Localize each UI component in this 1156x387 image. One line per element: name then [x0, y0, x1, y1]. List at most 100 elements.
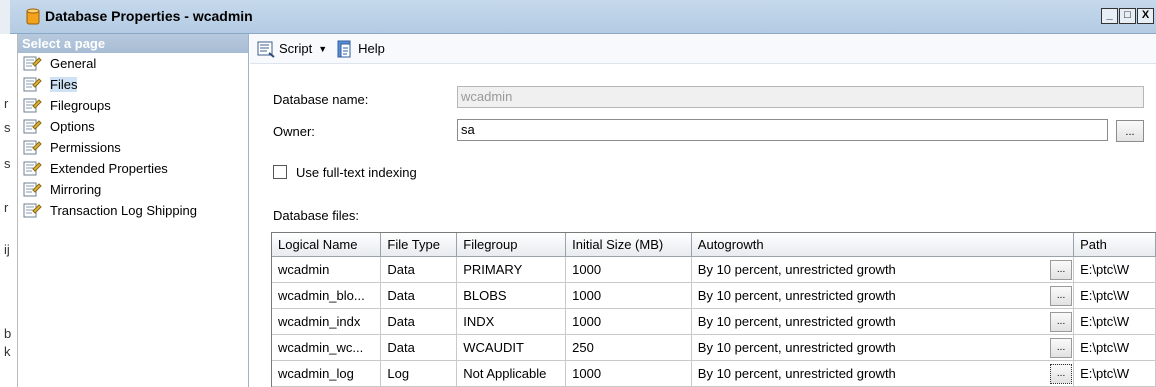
autogrowth-cell[interactable]: By 10 percent, unrestricted growth...: [691, 334, 1075, 361]
maximize-button[interactable]: □: [1119, 8, 1136, 24]
sidebar-item-filegroups[interactable]: Filegroups: [18, 95, 248, 116]
chevron-down-icon[interactable]: ▼: [318, 44, 327, 54]
strip-char: s: [4, 120, 11, 135]
toolbar: Script ▼ Help: [250, 34, 1156, 64]
page-wrench-icon: [23, 161, 42, 176]
path-cell[interactable]: E:\ptc\W: [1073, 282, 1156, 309]
file-type-cell[interactable]: Log: [380, 360, 458, 387]
sidebar-item-extended-properties[interactable]: Extended Properties: [18, 158, 248, 179]
owner-field[interactable]: sa: [457, 119, 1108, 141]
sidebar-item-transaction-log-shipping[interactable]: Transaction Log Shipping: [18, 200, 248, 221]
sidebar-item-label: Filegroups: [50, 98, 111, 113]
filegroup-cell[interactable]: INDX: [456, 308, 567, 335]
page-wrench-icon: [23, 203, 42, 218]
grid-header-row: Logical Name File Type Filegroup Initial…: [272, 233, 1156, 257]
table-row[interactable]: wcadmin_indx Data INDX 1000 By 10 percent, u…: [272, 308, 1156, 335]
script-button-label: Script: [279, 41, 313, 56]
column-header-logical-name[interactable]: Logical Name: [272, 233, 382, 257]
file-type-cell[interactable]: Data: [380, 334, 458, 361]
initial-size-cell[interactable]: 1000: [565, 256, 692, 283]
sidebar-item-label: Files: [50, 77, 78, 92]
title-bar[interactable]: Database Properties - wcadmin _ □ X: [0, 0, 1156, 34]
initial-size-cell[interactable]: 250: [565, 334, 692, 361]
database-name-field[interactable]: wcadmin: [457, 86, 1144, 108]
file-type-cell[interactable]: Data: [380, 282, 458, 309]
page-wrench-icon: [23, 56, 42, 71]
script-button[interactable]: Script ▼: [256, 39, 327, 59]
minimize-button[interactable]: _: [1101, 8, 1118, 24]
logical-name-cell[interactable]: wcadmin_wc...: [272, 334, 382, 361]
autogrowth-edit-button[interactable]: ...: [1050, 285, 1073, 306]
help-button[interactable]: Help: [335, 39, 385, 59]
database-icon: [26, 8, 40, 25]
path-cell[interactable]: E:\ptc\W: [1073, 256, 1156, 283]
logical-name-cell[interactable]: wcadmin_indx: [272, 308, 382, 335]
autogrowth-cell[interactable]: By 10 percent, unrestricted growth...: [691, 360, 1075, 387]
sidebar-item-label: Options: [50, 119, 95, 134]
strip-char: s: [4, 156, 11, 171]
autogrowth-text: By 10 percent, unrestricted growth: [697, 313, 896, 329]
sidebar-item-label: Permissions: [50, 140, 121, 155]
title-left-edge: [0, 0, 10, 34]
column-header-autogrowth[interactable]: Autogrowth: [691, 233, 1075, 257]
sidebar-item-permissions[interactable]: Permissions: [18, 137, 248, 158]
page-list: General Files Filegroups Options Permissions…: [18, 53, 248, 221]
sidebar-item-options[interactable]: Options: [18, 116, 248, 137]
autogrowth-edit-button[interactable]: ...: [1050, 259, 1073, 280]
column-header-initial-size[interactable]: Initial Size (MB): [565, 233, 692, 257]
path-cell[interactable]: E:\ptc\W: [1073, 308, 1156, 335]
initial-size-cell[interactable]: 1000: [565, 360, 692, 387]
page-wrench-icon: [23, 98, 42, 113]
autogrowth-text: By 10 percent, unrestricted growth: [697, 287, 896, 303]
autogrowth-edit-button[interactable]: ...: [1050, 337, 1073, 358]
autogrowth-text: By 10 percent, unrestricted growth: [697, 339, 896, 355]
script-icon: [257, 41, 275, 58]
strip-char: ij: [4, 242, 10, 257]
file-type-cell[interactable]: Data: [380, 308, 458, 335]
page-wrench-icon: [23, 140, 42, 155]
table-row[interactable]: wcadmin_blo... Data BLOBS 1000 By 10 percent…: [272, 282, 1156, 309]
database-files-grid: Logical Name File Type Filegroup Initial…: [271, 232, 1156, 387]
sidebar-item-files[interactable]: Files: [18, 74, 248, 95]
table-row[interactable]: wcadmin Data PRIMARY 1000 By 10 percent, unr…: [272, 256, 1156, 283]
page-wrench-icon: [23, 182, 42, 197]
table-row[interactable]: wcadmin_log Log Not Applicable 1000 By 10 pe…: [272, 360, 1156, 387]
file-type-cell[interactable]: Data: [380, 256, 458, 283]
help-icon: [337, 40, 351, 57]
initial-size-cell[interactable]: 1000: [565, 308, 692, 335]
path-cell[interactable]: E:\ptc\W: [1073, 334, 1156, 361]
table-row[interactable]: wcadmin_wc... Data WCAUDIT 250 By 10 percent…: [272, 334, 1156, 361]
autogrowth-cell[interactable]: By 10 percent, unrestricted growth...: [691, 256, 1075, 283]
initial-size-cell[interactable]: 1000: [565, 282, 692, 309]
filegroup-cell[interactable]: Not Applicable: [456, 360, 567, 387]
autogrowth-cell[interactable]: By 10 percent, unrestricted growth...: [691, 308, 1075, 335]
logical-name-cell[interactable]: wcadmin_blo...: [272, 282, 382, 309]
filegroup-cell[interactable]: BLOBS: [456, 282, 567, 309]
strip-char: b: [4, 326, 12, 341]
fulltext-checkbox[interactable]: [273, 165, 287, 179]
owner-label: Owner:: [273, 124, 315, 139]
autogrowth-text: By 10 percent, unrestricted growth: [697, 365, 896, 381]
autogrowth-edit-button[interactable]: ...: [1050, 311, 1073, 332]
sidebar-item-general[interactable]: General: [18, 53, 248, 74]
sidebar-item-label: Mirroring: [50, 182, 102, 197]
sidebar-item-mirroring[interactable]: Mirroring: [18, 179, 248, 200]
strip-char: r: [4, 96, 9, 111]
autogrowth-cell[interactable]: By 10 percent, unrestricted growth...: [691, 282, 1075, 309]
page-selector-panel: Select a page General Files Filegroups Opti…: [18, 34, 249, 387]
close-button[interactable]: X: [1137, 8, 1154, 24]
column-header-filegroup[interactable]: Filegroup: [456, 233, 567, 257]
logical-name-cell[interactable]: wcadmin_log: [272, 360, 382, 387]
strip-char: k: [4, 344, 11, 359]
filegroup-cell[interactable]: PRIMARY: [456, 256, 567, 283]
owner-browse-button[interactable]: ...: [1116, 120, 1144, 142]
column-header-path[interactable]: Path: [1073, 233, 1156, 257]
fulltext-label[interactable]: Use full-text indexing: [296, 165, 417, 180]
column-header-file-type[interactable]: File Type: [380, 233, 458, 257]
help-button-label: Help: [358, 41, 385, 56]
autogrowth-edit-button[interactable]: ...: [1050, 363, 1073, 384]
page-wrench-icon: [23, 119, 42, 134]
logical-name-cell[interactable]: wcadmin: [272, 256, 382, 283]
path-cell[interactable]: E:\ptc\W: [1073, 360, 1156, 387]
filegroup-cell[interactable]: WCAUDIT: [456, 334, 567, 361]
